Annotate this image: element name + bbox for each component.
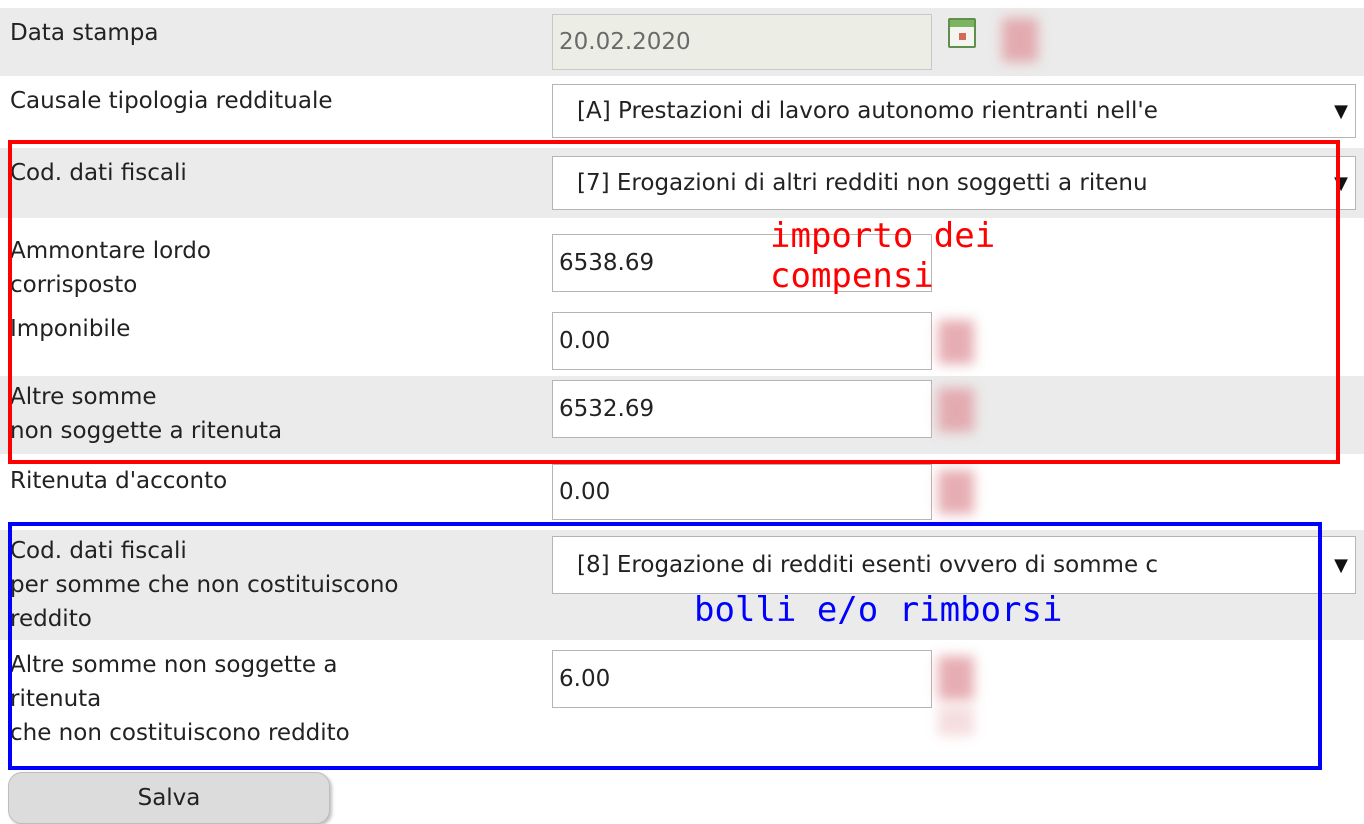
redacted-mark — [938, 470, 974, 514]
calendar-icon[interactable] — [948, 18, 976, 48]
chevron-down-icon: ▼ — [1334, 554, 1348, 576]
causale-select[interactable]: [A] Prestazioni di lavoro autonomo rient… — [552, 84, 1356, 138]
redacted-mark — [1002, 18, 1038, 62]
annotation-red-box — [8, 140, 1340, 464]
label-causale: Causale tipologia reddituale — [10, 88, 333, 114]
annotation-blue-text: bolli e/o rimborsi — [694, 590, 1063, 630]
chevron-down-icon: ▼ — [1334, 100, 1348, 122]
label-data-stampa: Data stampa — [10, 20, 159, 46]
label-ritenuta: Ritenuta d'acconto — [10, 468, 228, 494]
annotation-blue-box — [8, 522, 1322, 770]
annotation-red-text: importo dei compensi — [770, 216, 996, 296]
causale-select-value: [A] Prestazioni di lavoro autonomo rient… — [577, 98, 1158, 124]
save-button[interactable]: Salva — [8, 772, 330, 824]
ritenuta-field[interactable]: 0.00 — [552, 464, 932, 520]
data-stampa-field[interactable]: 20.02.2020 — [552, 14, 932, 70]
